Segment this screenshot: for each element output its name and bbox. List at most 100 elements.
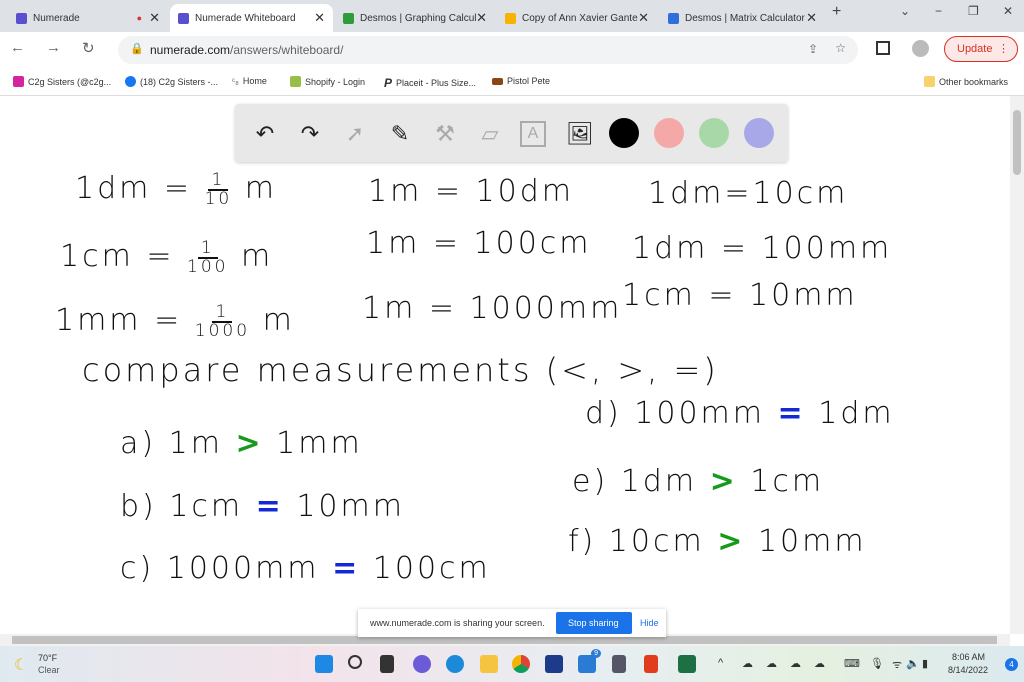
chrome-icon[interactable] — [512, 655, 530, 673]
forward-icon[interactable]: → — [46, 39, 61, 56]
bookmark-label: Other bookmarks — [939, 76, 1009, 87]
undo-icon[interactable]: ↶ — [250, 119, 280, 149]
scroll-thumb[interactable] — [1013, 110, 1021, 175]
tab-desmos-graphing[interactable]: Desmos | Graphing Calcul ✕ — [335, 4, 495, 32]
numerade-icon — [178, 12, 189, 24]
whiteboard-toolbar: ↶ ↷ ➚ ✎ ⚒ ▱ A 🖼 — [235, 104, 788, 162]
whiteboard-canvas[interactable]: ↶ ↷ ➚ ✎ ⚒ ▱ A 🖼 1dm = 1 10 m 1m = 10dm 1d… — [0, 96, 1010, 634]
close-tab-icon[interactable]: ✕ — [638, 10, 649, 26]
item-a: a) 1m > 1mm — [120, 426, 363, 461]
back-icon[interactable]: ← — [10, 39, 25, 56]
tray-app-icon[interactable]: ☁ — [790, 657, 801, 670]
color-black[interactable] — [609, 118, 639, 148]
tab-bar: Numerade ● ✕ Numerade Whiteboard ✕ Desmos |… — [0, 0, 1024, 32]
update-label: Update — [957, 43, 993, 55]
excel-icon[interactable] — [678, 655, 696, 673]
close-window-button[interactable]: ✕ — [1003, 4, 1013, 18]
scroll-thumb[interactable] — [12, 636, 997, 644]
color-green[interactable] — [699, 118, 729, 148]
volume-icon[interactable]: 🔈 — [906, 657, 920, 670]
hide-button[interactable]: Hide — [640, 618, 659, 628]
image-icon[interactable]: 🖼 — [565, 119, 595, 149]
bookmark-instagram[interactable]: C2g Sisters (@c2g... — [13, 76, 111, 87]
profile-avatar[interactable] — [912, 40, 929, 57]
update-button[interactable]: Update ⋮ — [944, 36, 1018, 62]
url-input[interactable]: 🔒 numerade.com/answers/whiteboard/ ⇪ ☆ — [118, 36, 858, 64]
eraser-icon[interactable]: ▱ — [475, 119, 505, 149]
start-icon[interactable] — [315, 655, 333, 673]
side-panel-icon[interactable] — [876, 41, 890, 55]
bookmark-star-icon[interactable]: ☆ — [835, 41, 846, 55]
tray-chevron-icon[interactable]: ^ — [718, 657, 723, 669]
color-lavender[interactable] — [744, 118, 774, 148]
task-view-icon[interactable] — [380, 655, 394, 673]
wifi-icon[interactable]: ᯤ — [892, 657, 902, 672]
pen-icon[interactable]: ✎ — [385, 119, 415, 149]
instagram-icon — [13, 76, 24, 87]
calculator-icon[interactable] — [612, 655, 626, 673]
color-pink[interactable] — [654, 118, 684, 148]
teams-chat-icon[interactable] — [413, 655, 431, 673]
microphone-icon[interactable]: 🎙 — [870, 657, 884, 670]
bookmark-label: Placeit - Plus Size... — [396, 78, 477, 88]
reload-icon[interactable]: ↻ — [82, 39, 95, 57]
bookmark-pistol-pete[interactable]: Pistol Pete — [492, 76, 550, 86]
weather-temp[interactable]: 70°F — [38, 653, 57, 663]
close-tab-icon[interactable]: ✕ — [314, 10, 325, 26]
bookmark-facebook[interactable]: (18) C2g Sisters -... — [125, 76, 218, 87]
close-tab-icon[interactable]: ✕ — [149, 10, 160, 26]
text-tool-icon[interactable]: A — [520, 121, 546, 147]
item-d: d) 100mm = 1dm — [585, 396, 895, 431]
redo-icon[interactable]: ↷ — [295, 119, 325, 149]
tab-search-icon[interactable]: ⌄ — [900, 4, 910, 18]
share-icon[interactable]: ⇪ — [808, 42, 818, 56]
eq-m-dm: 1m = 10dm — [368, 174, 574, 209]
new-tab-button[interactable]: + — [832, 3, 841, 21]
vertical-scrollbar[interactable] — [1010, 96, 1024, 634]
weather-cond[interactable]: Clear — [38, 665, 60, 675]
tab-label: Copy of Ann Xavier Gante — [522, 12, 638, 24]
stop-sharing-button[interactable]: Stop sharing — [556, 612, 632, 634]
notification-badge[interactable]: 4 — [1005, 658, 1018, 671]
mail-badge: 9 — [591, 649, 601, 658]
keyboard-icon[interactable]: ⌨ — [844, 657, 860, 670]
minimize-button[interactable]: − — [935, 4, 942, 18]
clock-date[interactable]: 8/14/2022 — [948, 665, 988, 675]
store-icon[interactable] — [545, 655, 563, 673]
close-tab-icon[interactable]: ✕ — [476, 10, 487, 26]
placeit-icon: P — [384, 76, 393, 90]
close-tab-icon[interactable]: ✕ — [806, 10, 817, 26]
pistol-pete-icon — [492, 77, 503, 85]
tab-desmos-matrix[interactable]: Desmos | Matrix Calculator ✕ — [660, 4, 825, 32]
tab-numerade-whiteboard[interactable]: Numerade Whiteboard ✕ — [170, 4, 333, 32]
bookmark-label: Home — [242, 76, 267, 86]
bookmark-home[interactable]: ᶜ₈ Home — [232, 76, 267, 86]
eq-m-mm: 1m = 1000mm — [362, 291, 623, 326]
mail-icon[interactable]: 9 — [578, 649, 601, 673]
tray-app-icon[interactable]: ☁ — [814, 657, 825, 670]
battery-icon[interactable]: ▮ — [922, 657, 928, 670]
bookmark-label: Pistol Pete — [507, 76, 551, 86]
file-explorer-icon[interactable] — [480, 655, 498, 673]
clock-time[interactable]: 8:06 AM — [952, 652, 985, 662]
tools-icon[interactable]: ⚒ — [430, 119, 460, 149]
tray-app-icon[interactable]: ☁ — [742, 657, 753, 670]
edge-icon[interactable] — [446, 655, 464, 673]
compare-heading: compare measurements (<, >, =) — [82, 351, 719, 389]
search-icon[interactable] — [348, 655, 362, 669]
tab-google-drive[interactable]: Copy of Ann Xavier Gante ✕ — [497, 4, 657, 32]
item-f: f) 10cm > 10mm — [568, 524, 867, 559]
other-bookmarks[interactable]: Other bookmarks — [924, 76, 1008, 87]
restore-button[interactable]: ❐ — [968, 4, 979, 18]
bookmark-placeit[interactable]: P Placeit - Plus Size... — [384, 76, 476, 90]
eq-dm-cm: 1dm=10cm — [648, 176, 849, 211]
screen-share-bar: www.numerade.com is sharing your screen.… — [358, 609, 666, 637]
office-icon[interactable] — [644, 655, 658, 673]
tray-app-icon[interactable]: ☁ — [766, 657, 777, 670]
pointer-icon[interactable]: ➚ — [340, 119, 370, 149]
bookmark-shopify[interactable]: Shopify - Login — [290, 76, 365, 87]
tab-label: Numerade Whiteboard — [195, 12, 296, 24]
eq-dm-m: 1dm = 1 10 m — [75, 169, 277, 209]
tab-numerade[interactable]: Numerade ● ✕ — [8, 4, 168, 32]
tab-label: Desmos | Matrix Calculator — [685, 12, 805, 24]
